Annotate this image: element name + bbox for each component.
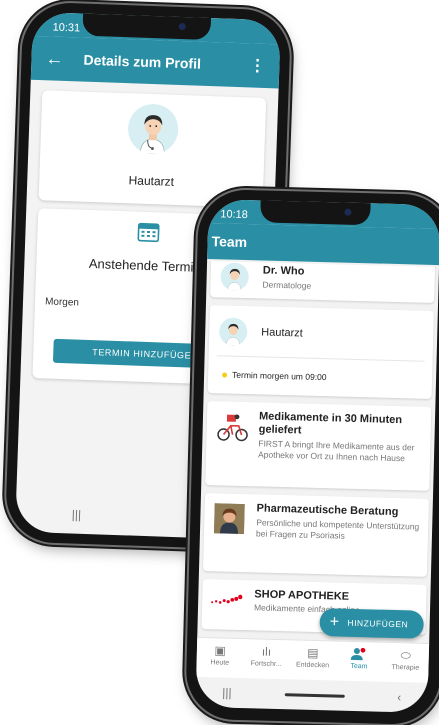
card-title: Hautarzt	[261, 326, 303, 340]
phone-notch	[260, 200, 371, 226]
card-title: Medikamente in 30 Minuten geliefert	[258, 410, 403, 437]
nav-item-progress[interactable]: ılı Fortschr...	[243, 639, 290, 679]
nav-item-therapy[interactable]: ⬭ Therapie	[382, 643, 429, 683]
recent-apps-icon[interactable]: |||	[72, 507, 82, 521]
bicycle-courier-icon	[216, 411, 249, 447]
recent-apps-icon[interactable]: |||	[222, 686, 232, 700]
calendar-icon	[137, 222, 160, 248]
team-screen: 10:18 Team Dr. Who Dermatologe Hautarzt	[195, 199, 439, 713]
add-button[interactable]: + HINZUFÜGEN	[319, 608, 425, 639]
nav-label: Fortschr...	[250, 660, 282, 669]
overflow-menu-icon[interactable]: ⋮	[249, 55, 266, 76]
doctor-avatar-icon	[218, 317, 248, 347]
appointment-when: Morgen	[44, 296, 80, 309]
back-arrow-icon[interactable]: ←	[45, 48, 64, 70]
nav-item-discover[interactable]: ▤ Entdecken	[289, 640, 336, 680]
card-subtitle: Dermatologe	[262, 279, 312, 291]
appointment-note: Termin morgen um 09:00	[231, 369, 327, 383]
bottom-navigation: ▣ Heute ılı Fortschr... ▤ Entdecken Team…	[196, 636, 430, 683]
nav-label: Therapie	[391, 663, 420, 672]
team-card-delivery[interactable]: Medikamente in 30 Minuten geliefert FIRS…	[205, 401, 432, 491]
card-subtitle: Persönliche und kompetente Unterstützung…	[255, 517, 420, 541]
profile-name: Hautarzt	[128, 173, 175, 189]
app-bar: Team	[207, 223, 439, 266]
pill-icon: ⬭	[400, 648, 411, 663]
status-time: 10:18	[220, 208, 248, 222]
status-dot	[222, 372, 228, 378]
pharmacist-photo	[213, 503, 245, 535]
home-pill-icon[interactable]	[284, 692, 345, 698]
page-title: Details zum Profil	[83, 51, 202, 72]
divider	[216, 355, 425, 362]
nav-item-today[interactable]: ▣ Heute	[196, 638, 243, 678]
phone-front: 10:18 Team Dr. Who Dermatologe Hautarzt	[185, 188, 439, 725]
team-icon	[336, 647, 383, 664]
nav-label: Entdecken	[295, 661, 330, 670]
team-card-dermatologist[interactable]: Hautarzt Termin morgen um 09:00	[207, 305, 434, 399]
app-bar: ← Details zum Profil ⋮	[30, 35, 281, 89]
card-subtitle: FIRST A bringt Ihre Medikamente aus der …	[257, 438, 415, 463]
nav-label: Heute	[210, 659, 230, 667]
team-card-doctor[interactable]: Dr. Who Dermatologe	[210, 261, 436, 303]
team-card-consulting[interactable]: Pharmazeutische Beratung Persönliche und…	[202, 493, 429, 577]
profile-card: Hautarzt	[38, 90, 267, 208]
back-chevron-icon[interactable]: ‹	[397, 690, 401, 704]
nav-label: Team	[350, 662, 368, 671]
plus-icon: +	[329, 613, 340, 631]
team-list: Dr. Who Dermatologe Hautarzt Termin morg…	[197, 261, 439, 643]
clipboard-icon: ▣	[214, 643, 226, 658]
phone-notch	[82, 13, 212, 41]
page-title: Team	[211, 233, 248, 251]
bar-chart-icon: ılı	[261, 644, 272, 659]
shop-apotheke-logo	[210, 593, 243, 613]
doctor-avatar-icon	[127, 103, 179, 155]
doctor-avatar-icon	[220, 262, 250, 292]
nav-item-team[interactable]: Team	[335, 642, 382, 682]
book-icon: ▤	[307, 645, 319, 661]
add-button-label: HINZUFÜGEN	[347, 617, 409, 630]
status-time: 10:31	[52, 21, 81, 35]
system-nav-bar: ||| ‹	[195, 677, 428, 713]
